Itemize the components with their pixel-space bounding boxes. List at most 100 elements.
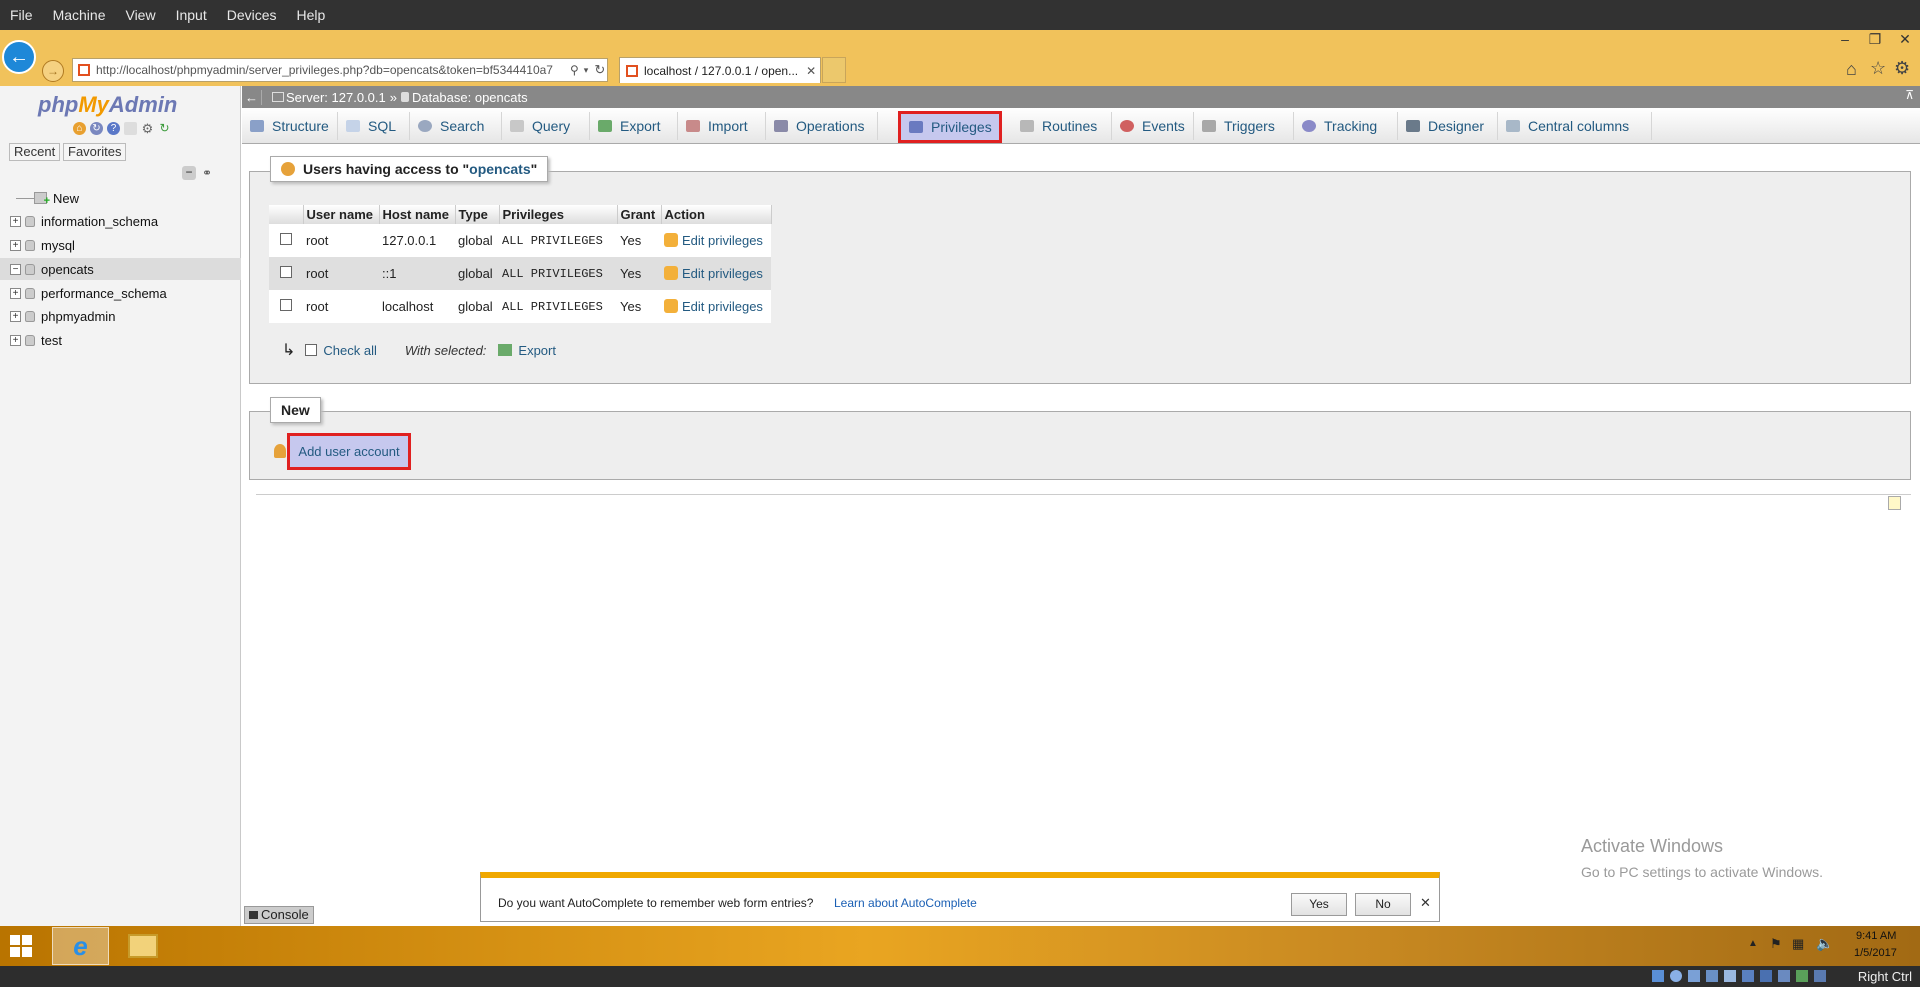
edit-privileges-link[interactable]: Edit privileges xyxy=(661,224,771,257)
tree-item-phpmyadmin[interactable]: + phpmyadmin xyxy=(0,305,241,327)
link-icon[interactable]: ⚭ xyxy=(202,166,212,180)
tab-structure[interactable]: Structure xyxy=(242,112,338,140)
forward-button[interactable]: → xyxy=(42,60,64,82)
reload-icon[interactable]: ↻ xyxy=(158,122,171,135)
tray-up-arrow-icon[interactable]: ▲ xyxy=(1748,938,1758,949)
row-checkbox[interactable] xyxy=(280,266,292,278)
action-center-flag-icon[interactable]: ⚑ xyxy=(1770,936,1782,952)
tab-export[interactable]: Export xyxy=(590,112,678,140)
hard-disk-icon[interactable] xyxy=(1652,970,1664,982)
row-checkbox[interactable] xyxy=(280,233,292,245)
expand-icon[interactable]: + xyxy=(10,239,21,251)
tab-import[interactable]: Import xyxy=(678,112,766,140)
tree-item-mysql[interactable]: + mysql xyxy=(0,234,241,256)
clock-time[interactable]: 9:41 AM xyxy=(1856,930,1896,942)
mouse-integration-icon[interactable] xyxy=(1796,970,1808,982)
expand-icon[interactable]: + xyxy=(10,334,21,346)
browser-tab[interactable]: localhost / 127.0.0.1 / open... ✕ xyxy=(619,57,821,83)
keyboard-icon[interactable] xyxy=(1814,970,1826,982)
vm-menu-devices[interactable]: Devices xyxy=(217,0,287,30)
favorites-star-icon[interactable]: ☆ xyxy=(1870,58,1886,79)
vm-menu-help[interactable]: Help xyxy=(287,0,336,30)
back-button[interactable]: ← xyxy=(2,40,36,74)
settings-gear-icon[interactable]: ⚙ xyxy=(141,122,154,135)
phpmyadmin-logo[interactable]: phpMyAdmin xyxy=(38,92,177,118)
tab-operations[interactable]: Operations xyxy=(766,112,878,140)
edit-privileges-link[interactable]: Edit privileges xyxy=(661,290,771,323)
dropdown-arrow-icon[interactable]: ▾ xyxy=(584,65,589,76)
edit-privileges-link[interactable]: Edit privileges xyxy=(661,257,771,290)
clock-date[interactable]: 1/5/2017 xyxy=(1854,947,1897,959)
tree-item-new[interactable]: + New xyxy=(0,187,241,209)
tab-designer[interactable]: Designer xyxy=(1398,112,1498,140)
address-url[interactable]: http://localhost/phpmyadmin/server_privi… xyxy=(96,63,566,77)
network-icon[interactable]: ▦ xyxy=(1792,936,1804,952)
close-window-button[interactable]: ✕ xyxy=(1890,30,1920,50)
back-arrow-icon[interactable]: ← xyxy=(242,89,262,105)
tab-privileges[interactable]: Privileges xyxy=(898,111,1002,143)
volume-icon[interactable]: 🔈 xyxy=(1816,935,1833,952)
documentation-icon[interactable] xyxy=(124,122,137,135)
expand-icon[interactable]: + xyxy=(10,287,21,299)
tree-item-information-schema[interactable]: + information_schema xyxy=(0,210,241,232)
breadcrumb-database[interactable]: Database: opencats xyxy=(412,90,528,105)
console-toggle[interactable]: Console xyxy=(244,906,314,924)
search-icon[interactable]: ⚲ xyxy=(570,63,579,77)
tab-sql[interactable]: SQL xyxy=(338,112,410,140)
legend-db-link[interactable]: opencats xyxy=(469,161,530,177)
new-tab-button[interactable] xyxy=(822,57,846,83)
check-all-label[interactable]: Check all xyxy=(323,343,376,358)
tab-events[interactable]: Events xyxy=(1112,112,1194,140)
tree-item-opencats[interactable]: − opencats xyxy=(0,258,241,280)
expand-icon[interactable]: + xyxy=(10,310,21,322)
shared-folder-icon[interactable] xyxy=(1742,970,1754,982)
tab-close-icon[interactable]: ✕ xyxy=(806,64,816,78)
tree-item-performance-schema[interactable]: + performance_schema xyxy=(0,282,241,304)
capture-icon[interactable] xyxy=(1778,970,1790,982)
ie-taskbar-button[interactable]: e xyxy=(52,927,109,965)
tools-gear-icon[interactable]: ⚙ xyxy=(1894,58,1910,79)
vm-menu-machine[interactable]: Machine xyxy=(43,0,116,30)
tab-query[interactable]: Query xyxy=(502,112,590,140)
export-selected-button[interactable]: Export xyxy=(518,343,556,358)
favorites-tab[interactable]: Favorites xyxy=(63,143,127,161)
tab-central-columns[interactable]: Central columns xyxy=(1498,112,1652,140)
tree-item-test[interactable]: + test xyxy=(0,329,241,351)
refresh-icon[interactable]: ↻ xyxy=(594,62,605,78)
vm-menu-input[interactable]: Input xyxy=(166,0,217,30)
home-icon[interactable]: ⌂ xyxy=(73,122,86,135)
close-icon[interactable]: ✕ xyxy=(1420,895,1431,911)
autocomplete-no-button[interactable]: No xyxy=(1355,893,1411,916)
tab-tracking[interactable]: Tracking xyxy=(1294,112,1398,140)
windows-start-icon[interactable] xyxy=(10,935,32,957)
file-explorer-icon[interactable] xyxy=(128,934,158,958)
display-icon[interactable] xyxy=(1760,970,1772,982)
address-bar[interactable]: http://localhost/phpmyadmin/server_privi… xyxy=(72,58,608,82)
help-icon[interactable]: ? xyxy=(107,122,120,135)
restore-button[interactable]: ❐ xyxy=(1860,30,1890,50)
usb-icon[interactable] xyxy=(1724,970,1736,982)
tab-triggers[interactable]: Triggers xyxy=(1194,112,1294,140)
page-settings-icon[interactable] xyxy=(1888,496,1901,510)
row-checkbox[interactable] xyxy=(280,299,292,311)
collapse-icon[interactable]: − xyxy=(10,263,21,275)
collapse-all-icon[interactable]: − xyxy=(182,166,196,180)
autocomplete-yes-button[interactable]: Yes xyxy=(1291,893,1347,916)
recent-tab[interactable]: Recent xyxy=(9,143,61,161)
vm-menu-file[interactable]: File xyxy=(0,0,43,30)
network-adapter-icon[interactable] xyxy=(1706,970,1718,982)
add-user-account-button[interactable]: Add user account xyxy=(287,433,411,470)
tab-routines[interactable]: Routines xyxy=(1012,112,1112,140)
audio-icon[interactable] xyxy=(1688,970,1700,982)
optical-drive-icon[interactable] xyxy=(1670,970,1682,982)
logout-icon[interactable]: ↻ xyxy=(90,122,103,135)
vm-menu-view[interactable]: View xyxy=(115,0,165,30)
breadcrumb-server[interactable]: Server: 127.0.0.1 xyxy=(286,90,386,105)
minimize-button[interactable]: – xyxy=(1830,30,1860,50)
check-all-checkbox[interactable] xyxy=(305,344,318,356)
home-icon[interactable]: ⌂ xyxy=(1846,59,1857,80)
collapse-top-icon[interactable]: ⊼ xyxy=(1905,88,1914,102)
tab-search[interactable]: Search xyxy=(410,112,502,140)
learn-autocomplete-link[interactable]: Learn about AutoComplete xyxy=(834,896,977,910)
expand-icon[interactable]: + xyxy=(10,215,21,227)
